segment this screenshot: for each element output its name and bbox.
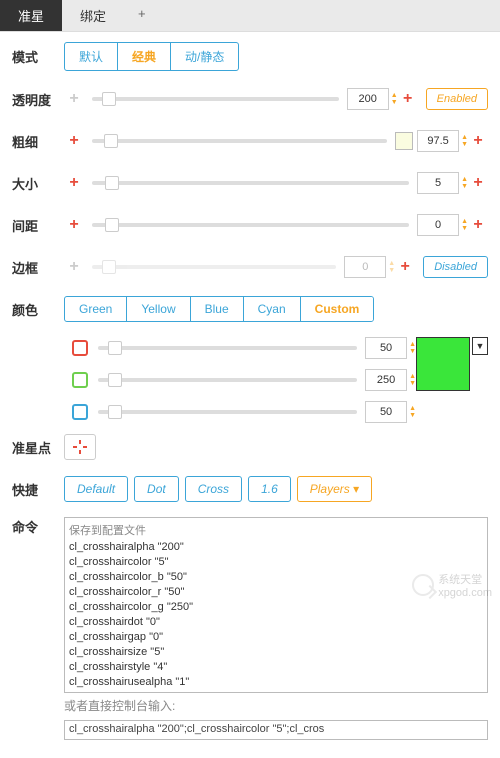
cmd-area[interactable]: 保存到配置文件 cl_crosshairalpha "200"cl_crossh… [64,517,488,693]
dot-label: 准星点 [12,438,64,457]
red-swatch [72,340,88,356]
red-slider[interactable] [98,346,357,350]
gap-label: 间距 [12,216,64,235]
blue-spinner[interactable]: ▲▼ [409,405,416,419]
quick-label: 快捷 [12,480,64,499]
plus-icon[interactable]: + [64,90,84,108]
cmd-inline-title: 或者直接控制台输入: [64,697,488,714]
outline-label: 边框 [12,258,64,277]
outline-value[interactable]: 0 [344,256,386,278]
tab-bind[interactable]: 绑定 [62,0,124,31]
color-label: 颜色 [12,300,64,319]
search-icon [412,574,434,596]
color-yellow[interactable]: Yellow [127,297,190,321]
color-green[interactable]: Green [65,297,127,321]
row-thickness: 粗细 + 97.5 ▲▼ + [12,127,488,155]
alpha-spinner[interactable]: ▲▼ [391,92,398,106]
alpha-value[interactable]: 200 [347,88,389,110]
crosshair-icon [72,439,88,455]
green-slider[interactable] [98,378,357,382]
plus-icon[interactable]: + [398,90,418,108]
size-value[interactable]: 5 [417,172,459,194]
outline-status[interactable]: Disabled [423,256,488,278]
row-cmd: 命令 保存到配置文件 cl_crosshairalpha "200"cl_cro… [12,517,488,740]
size-spinner[interactable]: ▲▼ [461,176,468,190]
gap-value[interactable]: 0 [417,214,459,236]
mode-dynamic[interactable]: 动/静态 [171,43,238,70]
red-value[interactable]: 50 [365,337,407,359]
cmd-list[interactable]: cl_crosshairalpha "200"cl_crosshaircolor… [69,540,483,688]
blue-swatch [72,404,88,420]
thickness-spinner[interactable]: ▲▼ [461,134,468,148]
outline-spinner[interactable]: ▲▼ [388,260,395,274]
row-outline: 边框 + 0 ▲▼ + Disabled [12,253,488,281]
cmd-save-title: 保存到配置文件 [69,522,483,538]
thickness-label: 粗细 [12,132,64,151]
watermark-text: 系统天堂 [438,571,492,587]
row-mode: 模式 默认 经典 动/静态 [12,42,488,71]
dot-preview[interactable] [64,434,96,460]
quick-16[interactable]: 1.6 [248,476,291,502]
mode-classic[interactable]: 经典 [118,43,171,70]
thickness-slider[interactable] [92,139,387,143]
color-blue[interactable]: Blue [191,297,244,321]
mode-default[interactable]: 默认 [65,43,118,70]
row-color-g: 250 ▲▼ [12,369,416,391]
color-dropdown[interactable]: ▼ [472,337,488,355]
watermark-site: xpgod.com [438,587,492,599]
plus-icon[interactable]: + [468,174,488,192]
blue-slider[interactable] [98,410,357,414]
blue-value[interactable]: 50 [365,401,407,423]
color-cyan[interactable]: Cyan [244,297,301,321]
outline-slider[interactable] [92,265,336,269]
thickness-swatch [395,132,413,150]
tab-add[interactable]: + [124,0,160,31]
plus-icon[interactable]: + [64,174,84,192]
green-swatch [72,372,88,388]
quick-default[interactable]: Default [64,476,128,502]
green-spinner[interactable]: ▲▼ [409,373,416,387]
plus-icon[interactable]: + [64,258,84,276]
row-color-r: 50 ▲▼ [12,337,416,359]
cmd-inline[interactable]: cl_crosshairalpha "200";cl_crosshaircolo… [64,720,488,740]
size-slider[interactable] [92,181,409,185]
gap-slider[interactable] [92,223,409,227]
plus-icon[interactable]: + [64,132,84,150]
row-gap: 间距 + 0 ▲▼ + [12,211,488,239]
tab-crosshair[interactable]: 准星 [0,0,62,31]
plus-icon[interactable]: + [64,216,84,234]
thickness-value[interactable]: 97.5 [417,130,459,152]
watermark: 系统天堂 xpgod.com [412,571,492,599]
row-size: 大小 + 5 ▲▼ + [12,169,488,197]
size-label: 大小 [12,174,64,193]
row-alpha: 透明度 + 200 ▲▼ + Enabled [12,85,488,113]
mode-group: 默认 经典 动/静态 [64,42,239,71]
tab-bar: 准星 绑定 + [0,0,500,32]
row-color: 颜色 Green Yellow Blue Cyan Custom [12,295,488,323]
color-preview-wrap: ▼ [416,337,488,433]
mode-label: 模式 [12,47,64,66]
quick-cross[interactable]: Cross [185,476,242,502]
gap-spinner[interactable]: ▲▼ [461,218,468,232]
plus-icon[interactable]: + [395,258,415,276]
color-preview [416,337,470,391]
quick-players[interactable]: Players [297,476,372,502]
green-value[interactable]: 250 [365,369,407,391]
alpha-label: 透明度 [12,90,64,109]
red-spinner[interactable]: ▲▼ [409,341,416,355]
quick-dot[interactable]: Dot [134,476,179,502]
row-dot: 准星点 [12,433,488,461]
row-color-b: 50 ▲▼ [12,401,416,423]
color-custom[interactable]: Custom [301,297,374,321]
cmd-label: 命令 [12,517,64,536]
row-quick: 快捷 Default Dot Cross 1.6 Players [12,475,488,503]
plus-icon[interactable]: + [468,216,488,234]
alpha-slider[interactable] [92,97,339,101]
color-group: Green Yellow Blue Cyan Custom [64,296,374,322]
alpha-status[interactable]: Enabled [426,88,488,110]
plus-icon[interactable]: + [468,132,488,150]
